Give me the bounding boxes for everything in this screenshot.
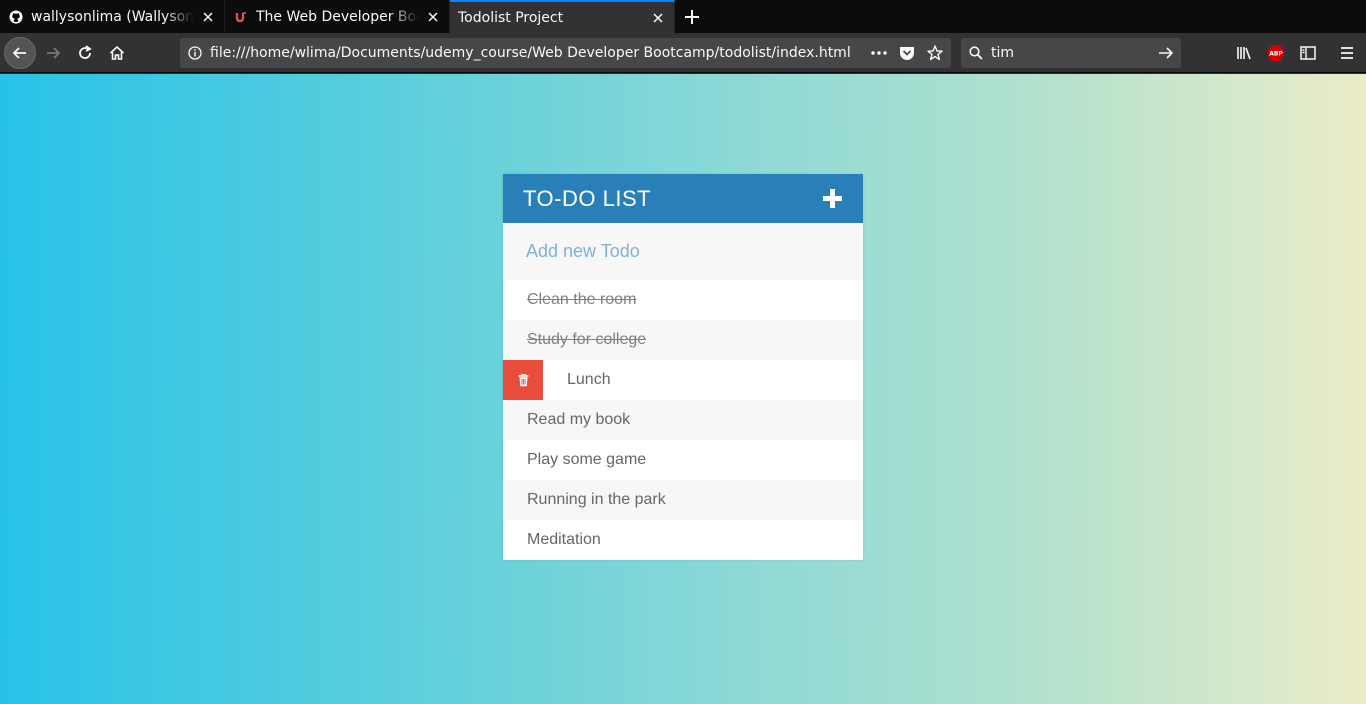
todo-item[interactable]: Clean the room [503, 280, 863, 320]
delete-button[interactable] [503, 360, 543, 400]
library-icon [1237, 47, 1251, 60]
trash-icon [518, 373, 528, 386]
tab-udemy[interactable]: The Web Developer Bootcamp [225, 0, 450, 33]
adblock-plus-icon: ABP [1268, 45, 1284, 61]
todo-item-text: Running in the park [527, 491, 666, 508]
todo-item[interactable]: Read my book [503, 400, 863, 440]
info-icon[interactable] [180, 46, 210, 60]
todo-item[interactable]: Meditation [503, 520, 863, 560]
url-text[interactable]: file:///home/wlima/Documents/udemy_cours… [210, 45, 865, 61]
github-icon [8, 9, 24, 25]
tab-title: The Web Developer Bootcamp [256, 8, 419, 25]
url-bar[interactable]: file:///home/wlima/Documents/udemy_cours… [180, 38, 951, 68]
plus-icon [685, 9, 699, 24]
svg-text:ABP: ABP [1269, 51, 1283, 58]
todo-item[interactable]: Running in the park [503, 480, 863, 520]
todo-list: Clean the room Study for college Lunch R… [503, 280, 863, 560]
page-title: TO-DO LIST [523, 185, 652, 211]
tab-strip: wallysonlima (Wallyson Lima) The Web Dev… [0, 0, 1366, 33]
todo-header: TO-DO LIST [503, 174, 863, 223]
search-bar[interactable]: tim [961, 38, 1181, 68]
pocket-icon[interactable] [893, 39, 921, 67]
adblock-plus-button[interactable]: ABP [1260, 37, 1292, 69]
todo-item-text: Lunch [567, 371, 611, 388]
search-input[interactable]: tim [991, 45, 1151, 61]
menu-button[interactable] [1331, 37, 1363, 69]
more-actions-icon[interactable] [865, 39, 893, 67]
close-icon[interactable] [200, 9, 216, 25]
tab-todolist[interactable]: Todolist Project [450, 0, 675, 33]
todo-item-text: Read my book [527, 411, 631, 428]
library-button[interactable] [1229, 37, 1261, 69]
tab-title: Todolist Project [458, 9, 564, 26]
forward-button[interactable] [37, 37, 69, 69]
navigation-bar: file:///home/wlima/Documents/udemy_cours… [0, 33, 1366, 73]
page-content: TO-DO LIST Clean the room Study for coll… [0, 74, 1366, 704]
todo-container: TO-DO LIST Clean the room Study for coll… [503, 174, 863, 560]
plus-icon[interactable] [823, 188, 843, 209]
todo-item-text: Clean the room [527, 291, 637, 308]
back-button[interactable] [4, 37, 36, 69]
bookmark-star-icon[interactable] [921, 39, 949, 67]
todo-item[interactable]: Play some game [503, 440, 863, 480]
reload-button[interactable] [69, 37, 101, 69]
new-tab-button[interactable] [675, 0, 709, 33]
todo-item[interactable]: Study for college [503, 320, 863, 360]
search-icon [961, 46, 991, 60]
new-todo-input[interactable] [503, 223, 863, 280]
close-icon[interactable] [425, 9, 441, 25]
todo-item-text: Play some game [527, 451, 647, 468]
tab-github[interactable]: wallysonlima (Wallyson Lima) [0, 0, 225, 33]
todo-item-text: Study for college [527, 331, 647, 348]
sidebar-icon [1300, 46, 1316, 60]
hamburger-menu-icon [1341, 47, 1353, 59]
arrow-right-icon [47, 47, 61, 59]
home-button[interactable] [101, 37, 133, 69]
close-icon[interactable] [650, 10, 666, 26]
sidebar-button[interactable] [1292, 37, 1324, 69]
arrow-left-icon [12, 47, 26, 59]
home-icon [109, 45, 125, 60]
udemy-icon [233, 9, 249, 25]
tab-title: wallysonlima (Wallyson Lima) [31, 8, 194, 25]
reload-icon [79, 45, 92, 59]
todo-item[interactable]: Lunch [503, 360, 863, 400]
todo-item-text: Meditation [527, 531, 601, 548]
arrow-right-icon[interactable] [1151, 45, 1181, 61]
